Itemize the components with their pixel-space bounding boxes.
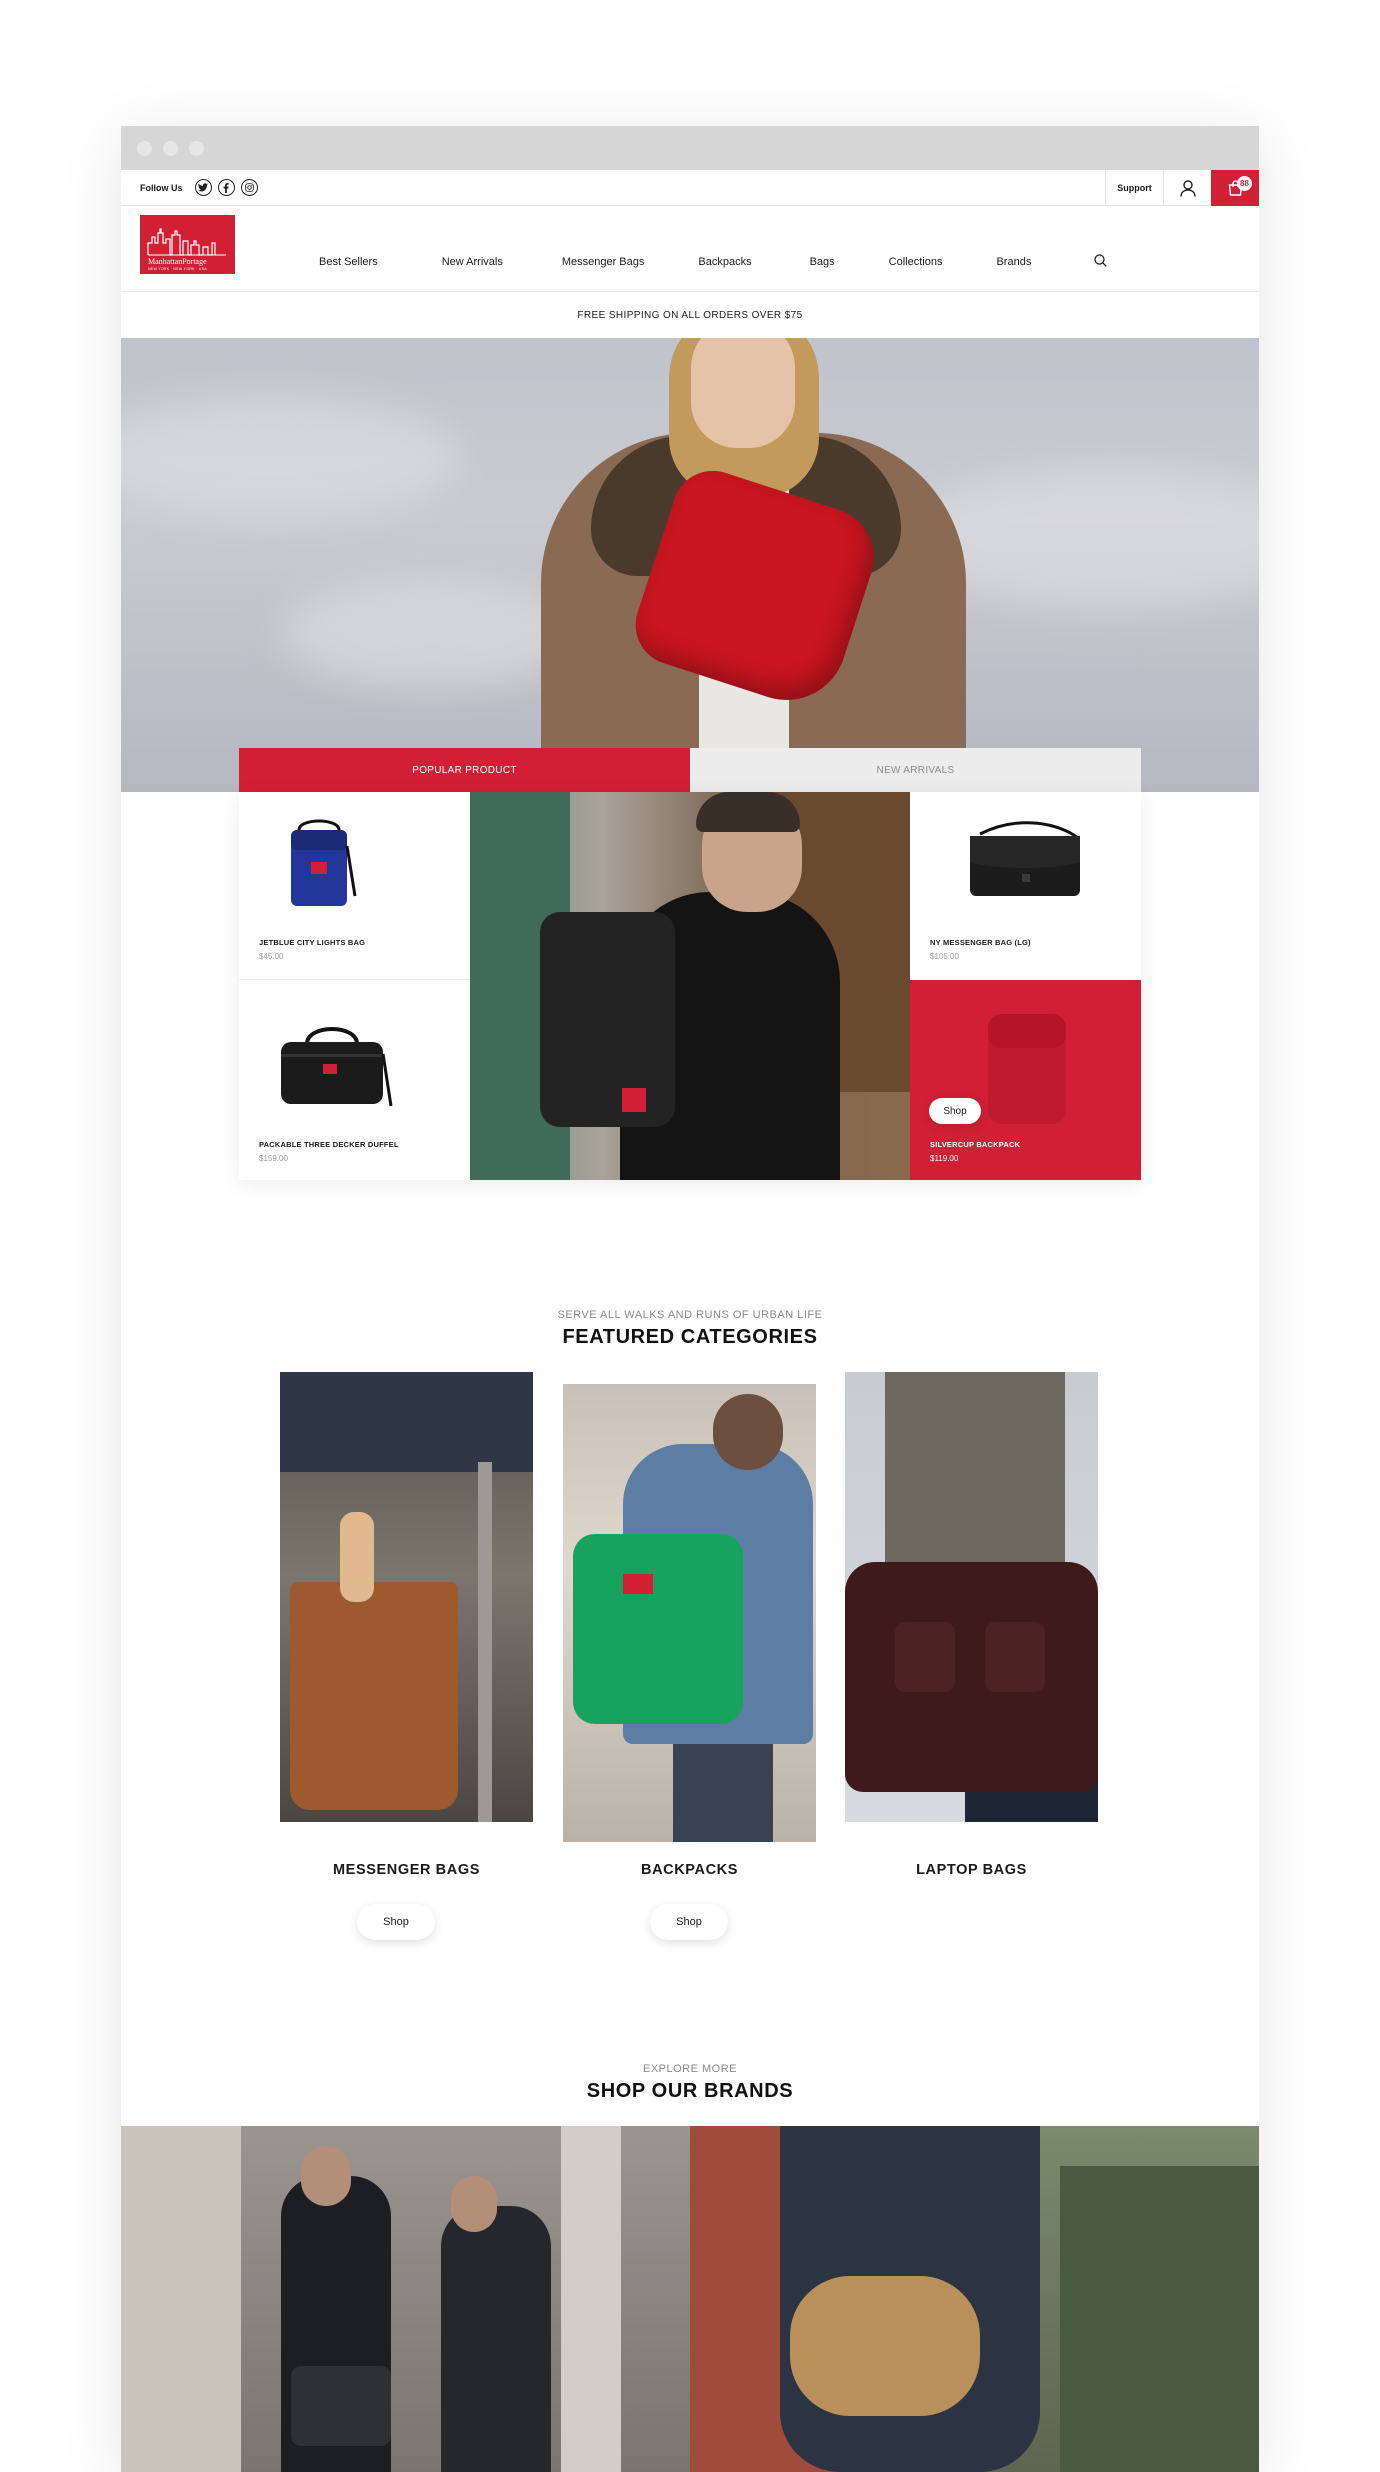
product-image	[988, 1014, 1066, 1124]
category-image-laptop[interactable]	[845, 1372, 1098, 1822]
photo-backpack-label	[623, 1574, 653, 1594]
search-icon[interactable]	[1094, 254, 1108, 270]
photo-tote-bag	[290, 1582, 458, 1810]
photo-model-2	[441, 2206, 551, 2472]
window-dot[interactable]	[189, 140, 204, 156]
shop-messenger-button[interactable]: Shop	[357, 1904, 435, 1940]
support-link[interactable]: Support	[1105, 170, 1163, 206]
facebook-icon[interactable]	[217, 179, 235, 196]
photo-column	[121, 2126, 241, 2472]
logo-wordmark: ManhattanPortage	[148, 257, 207, 266]
product-card[interactable]: JETBLUE CITY LIGHTS BAG $45.00	[239, 792, 470, 980]
brand-photo-right[interactable]	[690, 2126, 1259, 2472]
instagram-icon[interactable]	[240, 179, 258, 196]
photo-model-head	[713, 1394, 783, 1470]
photo-green-backpack	[573, 1534, 743, 1724]
photo-jeans	[280, 1372, 533, 1472]
photo-black-backpack	[540, 912, 675, 1127]
window-dot[interactable]	[163, 140, 178, 156]
product-image	[291, 819, 357, 906]
photo-model-hair	[696, 792, 800, 832]
shop-backpacks-button[interactable]: Shop	[650, 1904, 728, 1940]
product-image	[970, 821, 1080, 896]
shop-button[interactable]: Shop	[929, 1098, 981, 1124]
product-name[interactable]: PACKABLE THREE DECKER DUFFEL	[259, 1140, 399, 1149]
brand-logo[interactable]: ManhattanPortage NEW YORK · NEW YORK · U…	[140, 215, 235, 274]
follow-label: Follow Us	[140, 182, 183, 193]
account-icon[interactable]	[1163, 170, 1211, 206]
category-image-messenger[interactable]	[280, 1372, 533, 1822]
product-card-featured[interactable]: Shop SILVERCUP BACKPACK $119.00	[910, 980, 1141, 1180]
product-name[interactable]: JETBLUE CITY LIGHTS BAG	[259, 938, 365, 947]
category-name[interactable]: MESSENGER BAGS	[280, 1862, 533, 1878]
photo-model-head	[451, 2176, 497, 2232]
product-image	[281, 1027, 393, 1107]
photo-leather-bag	[845, 1562, 1098, 1792]
photo-column	[561, 2126, 621, 2472]
photo-bag	[291, 2366, 391, 2446]
category-image-backpacks[interactable]	[563, 1384, 816, 1842]
nav-backpacks[interactable]: Backpacks	[698, 256, 751, 268]
photo-bag-pocket	[895, 1622, 955, 1692]
product-name[interactable]: SILVERCUP BACKPACK	[930, 1140, 1020, 1149]
category-name[interactable]: BACKPACKS	[563, 1862, 816, 1878]
lifestyle-photo-backpack	[470, 792, 910, 1180]
shipping-announcement: FREE SHIPPING ON ALL ORDERS OVER $75	[121, 292, 1259, 340]
photo-hand	[340, 1512, 374, 1602]
hero-cloud	[121, 398, 461, 518]
product-name[interactable]: NY MESSENGER BAG (LG)	[930, 938, 1031, 947]
cart-button[interactable]: 88	[1211, 170, 1259, 206]
photo-bag-pocket	[985, 1622, 1045, 1692]
photo-jeans	[673, 1744, 773, 1842]
product-price: $45.00	[259, 952, 284, 961]
browser-window: Follow Us Support 88 ManhattanPortage NE…	[121, 126, 1259, 2472]
utility-bar: Follow Us Support 88	[121, 170, 1259, 206]
product-price: $159.00	[259, 1154, 288, 1163]
photo-model-head	[301, 2146, 351, 2206]
product-card[interactable]: NY MESSENGER BAG (LG) $105.00	[910, 792, 1141, 980]
tab-new-arrivals[interactable]: NEW ARRIVALS	[690, 748, 1141, 792]
product-tabs: POPULAR PRODUCT NEW ARRIVALS	[239, 748, 1141, 792]
product-grid: JETBLUE CITY LIGHTS BAG $45.00 PACKABLE …	[239, 792, 1141, 1180]
brands-banner	[121, 2126, 1259, 2472]
photo-stool-leg	[478, 1462, 492, 1822]
tab-popular-product[interactable]: POPULAR PRODUCT	[239, 748, 690, 792]
nav-bags[interactable]: Bags	[810, 256, 835, 268]
main-header: ManhattanPortage NEW YORK · NEW YORK · U…	[121, 206, 1259, 292]
nav-collections[interactable]: Collections	[889, 256, 943, 268]
twitter-icon[interactable]	[194, 179, 212, 196]
hero-cloud	[281, 578, 581, 688]
brands-kicker: EXPLORE MORE	[642, 2063, 738, 2075]
logo-tagline: NEW YORK · NEW YORK · USA	[148, 267, 207, 271]
social-follow: Follow Us	[121, 179, 258, 196]
featured-title: FEATURED CATEGORIES	[562, 1326, 818, 1348]
brand-photo-left[interactable]	[121, 2126, 690, 2472]
utility-actions: Support 88	[1105, 170, 1259, 206]
browser-chrome	[121, 126, 1259, 170]
hero-banner	[121, 338, 1259, 792]
nav-best-sellers[interactable]: Best Sellers	[319, 256, 378, 268]
featured-kicker: SERVE ALL WALKS AND RUNS OF URBAN LIFE	[557, 1309, 823, 1321]
nav-brands[interactable]: Brands	[996, 256, 1031, 268]
primary-nav: Best Sellers New Arrivals Messenger Bags…	[319, 254, 1108, 270]
brands-title: SHOP OUR BRANDS	[586, 2080, 794, 2102]
hero-model-face	[691, 338, 795, 448]
photo-backpack-label	[622, 1088, 646, 1112]
product-price: $119.00	[930, 1154, 959, 1163]
nav-new-arrivals[interactable]: New Arrivals	[442, 256, 503, 268]
product-card[interactable]: PACKABLE THREE DECKER DUFFEL $159.00	[239, 980, 470, 1180]
category-name[interactable]: LAPTOP BAGS	[845, 1862, 1098, 1878]
photo-foliage	[1060, 2166, 1259, 2472]
cart-count-badge: 88	[1237, 176, 1252, 191]
photo-duffel-bag	[790, 2276, 980, 2416]
window-dot[interactable]	[137, 140, 152, 156]
product-price: $105.00	[930, 952, 959, 961]
nav-messenger-bags[interactable]: Messenger Bags	[562, 256, 645, 268]
